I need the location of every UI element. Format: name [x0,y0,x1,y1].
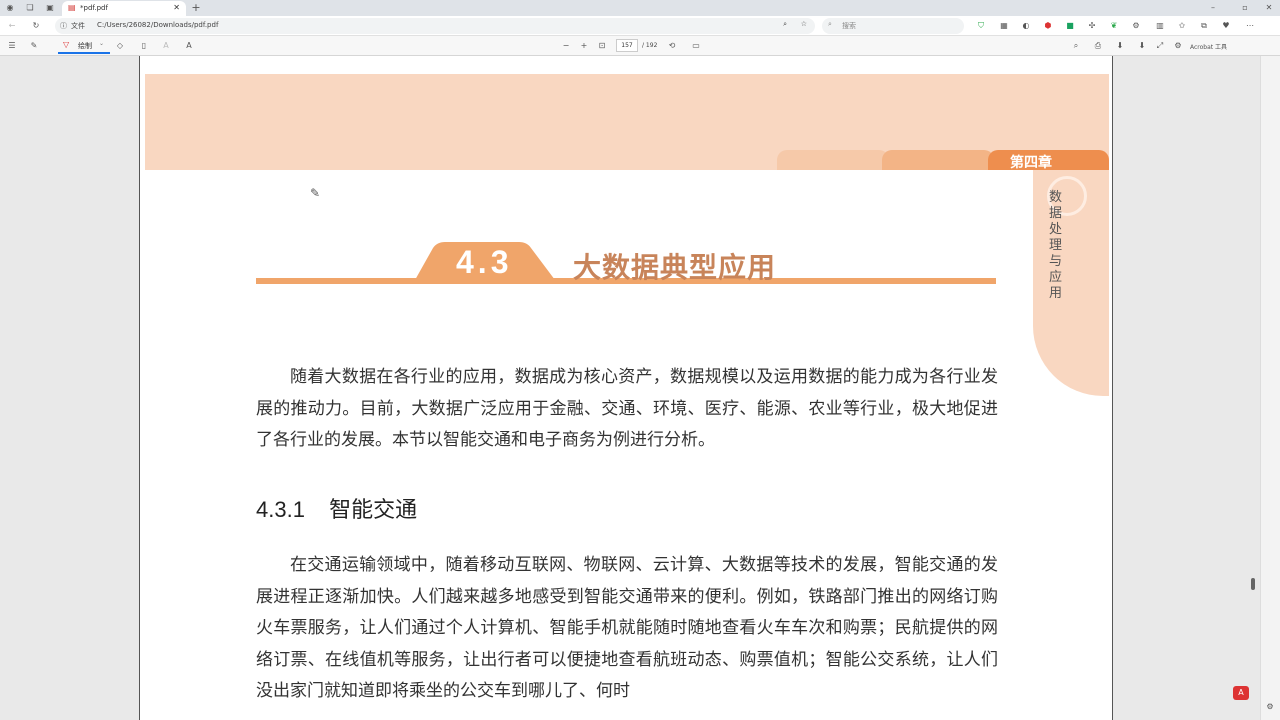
tab-title: *pdf.pdf [80,4,108,12]
save-as-icon[interactable]: ⬇ [1136,39,1148,53]
favorite-icon[interactable]: ☆ [801,20,807,28]
vertical-scrollbar[interactable] [1250,56,1256,720]
search-icon: ⌕ [828,20,832,28]
minimize-icon[interactable]: – [1206,1,1220,15]
zoom-icon[interactable]: ⌕ [783,20,787,29]
save-icon[interactable]: ⬇ [1114,39,1126,53]
chapter-tab-active: 第四章 [988,150,1109,171]
fit-page-icon[interactable]: ⊡ [596,39,608,53]
puzzle-icon[interactable]: ✣ [1086,19,1098,33]
close-window-icon[interactable]: ✕ [1262,1,1276,15]
tab-pdf[interactable]: ▤ *pdf.pdf ✕ [62,1,186,16]
browser-essentials-icon[interactable]: ♥ [1220,19,1232,33]
collections-icon[interactable]: ⧉ [1198,19,1210,33]
pencil-cursor-icon: ✎ [310,186,321,200]
back-icon[interactable]: ← [6,19,18,33]
more-icon[interactable]: ⋯ [1244,19,1256,33]
profile-icon[interactable]: ◉ [4,1,16,15]
scrollbar-thumb[interactable] [1251,578,1255,590]
address-label: 文件 [71,22,85,30]
section-title: 大数据典型应用 [573,251,777,284]
subsection-number: 4.3.1 [256,497,305,522]
chapter-tab-decor-2 [882,150,994,170]
side-vertical-title: 数据处理与应用 [1049,190,1063,301]
refresh-icon[interactable]: ↻ [30,19,42,33]
settings-icon[interactable]: ⚙ [1172,39,1184,53]
draw-label: 绘制 [78,42,92,50]
intro-paragraph: 随着大数据在各行业的应用，数据成为核心资产，数据规模以及运用数据的能力成为各行业… [256,367,998,450]
contents-icon[interactable]: ☰ [6,39,18,53]
rotate-icon[interactable]: ⟲ [666,39,678,53]
tab-actions-icon[interactable]: ▣ [44,1,56,15]
url-text: C:/Users/26082/Downloads/pdf.pdf [97,21,219,29]
section-number: 4.3 [456,244,513,280]
extension-icon[interactable]: ▦ [998,19,1010,33]
browser-tab-strip: ◉ ❏ ▣ ▤ *pdf.pdf ✕ + – ▫ ✕ [0,0,1280,16]
info-icon: ⓘ [60,22,67,30]
search-field[interactable]: ⌕ 搜索 [822,18,964,34]
print-icon[interactable]: ⎙ [1092,39,1104,53]
gear-icon[interactable]: ⚙ [1130,19,1142,33]
draw-button[interactable]: ▽ 绘制 ⌄ [58,38,110,54]
body-paragraph: 在交通运输领域中，随着移动互联网、物联网、云计算、大数据等技术的发展，智能交通的… [256,555,998,701]
green-extension-icon[interactable]: ■ [1064,19,1076,33]
right-side-rail: A ⚙ [1233,56,1280,720]
search-pdf-icon[interactable]: ⌕ [1070,39,1082,53]
pdf-viewer: 第四章 数据处理与应用 ✎ 4.3 大数据典型应用 随着大数据在各行业的应用，数… [0,56,1280,720]
pdf-page: 第四章 数据处理与应用 ✎ 4.3 大数据典型应用 随着大数据在各行业的应用，数… [139,56,1113,720]
pdf-file-icon: ▤ [68,3,76,12]
read-aloud-icon[interactable]: A [182,39,196,53]
acrobat-tools-label[interactable]: Acrobat 工具 [1190,42,1227,51]
favorites-icon[interactable]: ✩ [1176,19,1188,33]
url-field[interactable]: ⓘ 文件 C:/Users/26082/Downloads/pdf.pdf ⌕ … [55,18,815,34]
fullscreen-icon[interactable]: ⤢ [1154,39,1166,53]
adblock-icon[interactable]: ⬢ [1042,19,1054,33]
zoom-out-icon[interactable]: − [560,39,572,53]
highlight-icon[interactable]: ✎ [28,39,40,53]
draw-icon: ▽ [63,40,70,49]
page-view-icon[interactable]: ▯ [138,39,150,53]
zoom-in-icon[interactable]: + [578,39,590,53]
close-tab-icon[interactable]: ✕ [173,3,180,12]
shield-extension-icon[interactable]: ⛉ [975,19,987,33]
chapter-tab-decor-1 [777,150,889,170]
translate-icon[interactable]: ◐ [1020,19,1032,33]
address-bar-row: ← ↻ ⓘ 文件 C:/Users/26082/Downloads/pdf.pd… [0,16,1280,36]
eraser-icon[interactable]: ◇ [114,39,126,53]
text-icon[interactable]: A [160,39,172,53]
acrobat-icon[interactable]: A [1233,686,1249,700]
sidebar-settings-icon[interactable]: ⚙ [1263,700,1277,714]
subsection-title: 智能交通 [329,497,418,522]
leaf-icon[interactable]: ❦ [1108,19,1120,33]
two-page-icon[interactable]: ▭ [690,39,702,53]
pdf-toolbar: ☰ ✎ ▽ 绘制 ⌄ ◇ ▯ A A − + ⊡ 157 / 192 ⟲ ▭ ⌕… [0,36,1280,56]
total-pages: / 192 [642,42,658,49]
workspaces-icon[interactable]: ❏ [24,1,36,15]
search-placeholder: 搜索 [842,22,856,30]
chevron-down-icon: ⌄ [99,40,105,47]
subsection-heading: 4.3.1 智能交通 [256,492,417,524]
restore-icon[interactable]: ▫ [1238,1,1252,15]
chapter-label: 第四章 [1010,155,1052,171]
split-view-icon[interactable]: ▥ [1154,19,1166,33]
page-number-input[interactable]: 157 [616,39,638,52]
new-tab-icon[interactable]: + [190,1,202,15]
